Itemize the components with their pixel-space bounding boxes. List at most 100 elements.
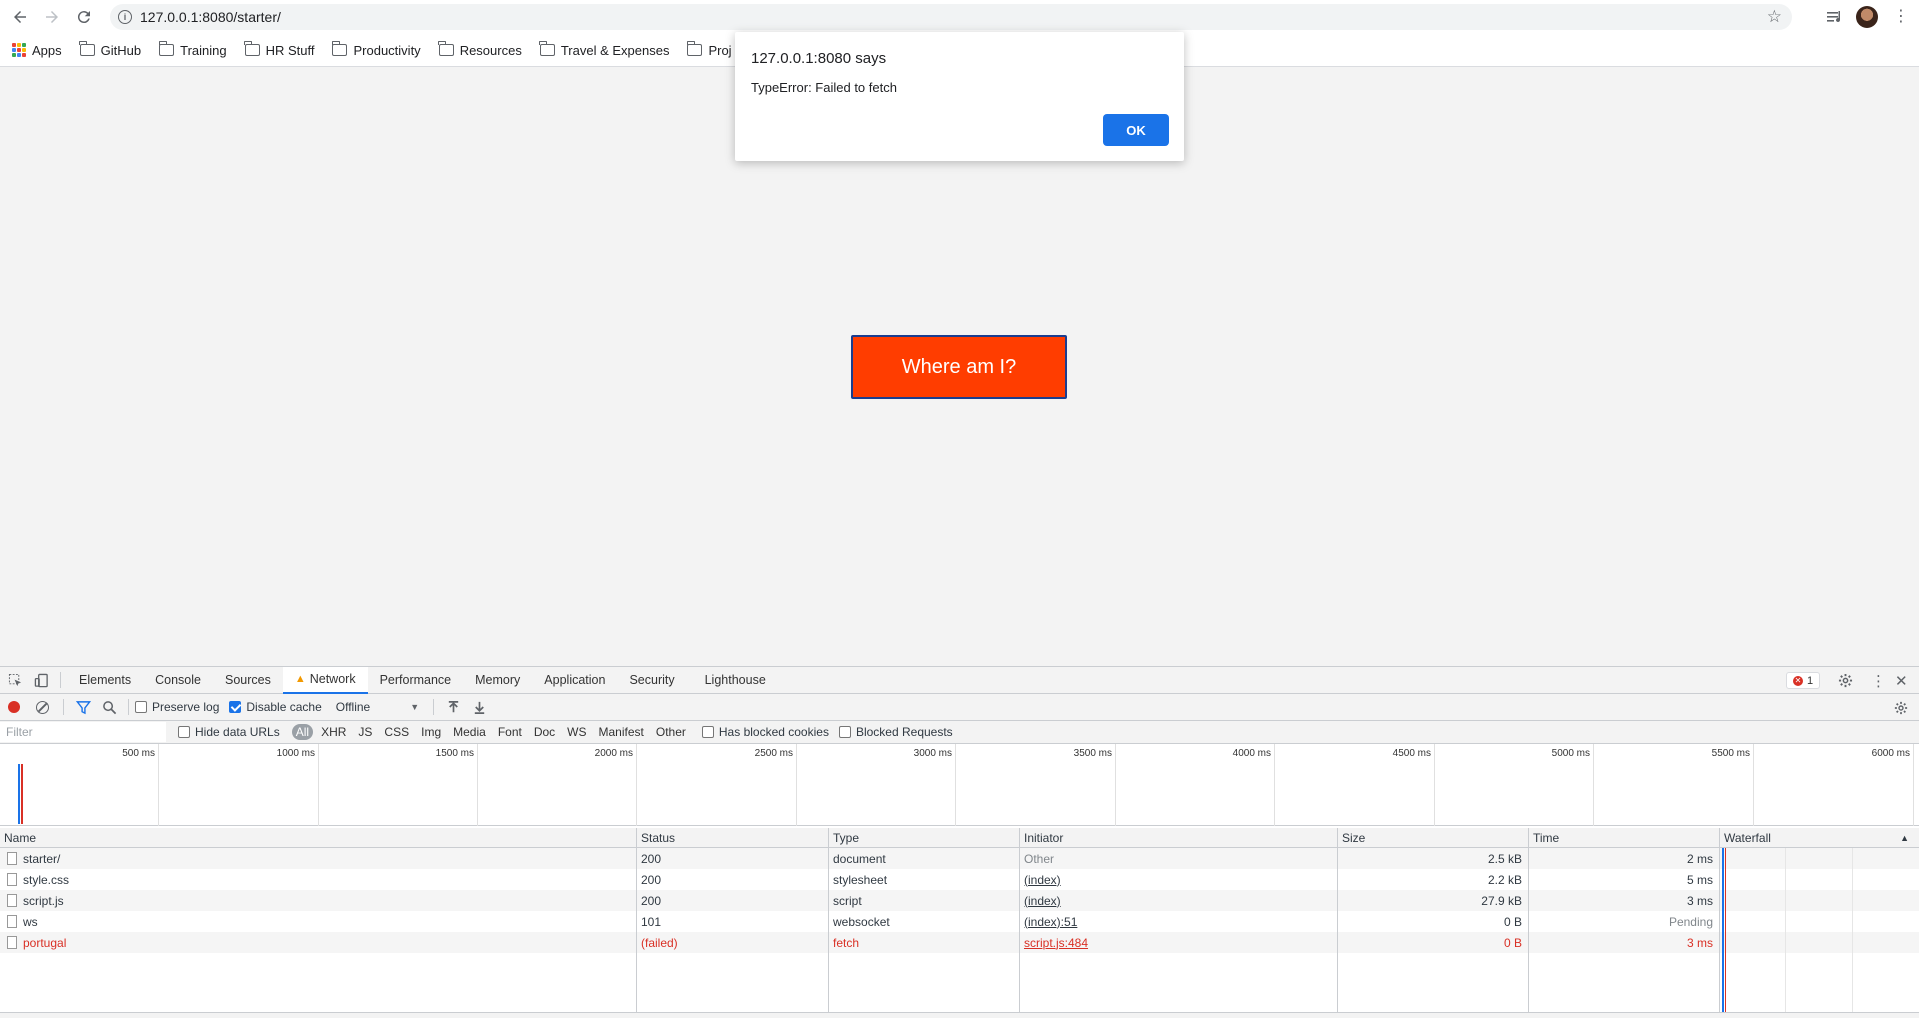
tab-lighthouse[interactable]: Lighthouse xyxy=(687,667,778,694)
bookmark-label: GitHub xyxy=(100,42,142,58)
tab-performance[interactable]: Performance xyxy=(368,667,464,694)
column-header-status[interactable]: Status xyxy=(637,828,829,847)
tab-network[interactable]: ▲ Network xyxy=(282,666,368,694)
reload-icon[interactable] xyxy=(68,1,100,33)
cell-status: 200 xyxy=(637,869,829,890)
table-row[interactable]: style.css 200 stylesheet (index) 2.2 kB … xyxy=(0,869,1919,890)
tab-elements[interactable]: Elements xyxy=(67,667,143,694)
cell-initiator-link[interactable]: (index) xyxy=(1020,869,1338,890)
profile-avatar[interactable] xyxy=(1856,6,1878,28)
network-overview-timeline[interactable]: 500 ms 1000 ms 1500 ms 2000 ms 2500 ms 3… xyxy=(0,744,1919,826)
import-har-icon[interactable] xyxy=(440,694,466,720)
export-har-icon[interactable] xyxy=(466,694,492,720)
bookmark-productivity[interactable]: Productivity xyxy=(331,41,421,58)
bookmark-star-icon[interactable]: ☆ xyxy=(1767,7,1782,27)
checkbox-unchecked[interactable] xyxy=(838,726,851,738)
bookmark-travel-expenses[interactable]: Travel & Expenses xyxy=(539,41,669,58)
reading-list-icon[interactable] xyxy=(1825,7,1845,27)
apps-grid-icon xyxy=(12,43,26,57)
address-bar[interactable]: i 127.0.0.1:8080/starter/ ☆ xyxy=(110,4,1792,30)
devtools-tabbar: Elements Console Sources ▲ Network Perfo… xyxy=(0,666,1919,694)
column-header-time[interactable]: Time xyxy=(1529,828,1720,847)
bookmark-label: Productivity xyxy=(353,42,421,58)
column-header-type[interactable]: Type xyxy=(829,828,1020,847)
filter-type-xhr[interactable]: XHR xyxy=(317,724,350,740)
bookmark-label: HR Stuff xyxy=(265,42,315,58)
forward-icon[interactable] xyxy=(36,1,68,33)
cell-initiator-link[interactable]: (index) xyxy=(1020,890,1338,911)
folder-icon xyxy=(438,41,454,56)
filter-type-doc[interactable]: Doc xyxy=(530,724,559,740)
settings-gear-icon[interactable] xyxy=(1838,667,1853,694)
filter-type-other[interactable]: Other xyxy=(652,724,690,740)
error-count-badge[interactable]: ✕ 1 xyxy=(1786,672,1821,689)
chrome-menu-icon[interactable]: ⋮ xyxy=(1892,8,1910,26)
table-row[interactable]: ws 101 websocket (index):51 0 B Pending xyxy=(0,911,1919,932)
clear-icon[interactable] xyxy=(36,700,49,714)
bookmark-label: Training xyxy=(180,42,227,58)
dialog-ok-button[interactable]: OK xyxy=(1103,114,1169,146)
has-blocked-cookies-checkbox[interactable]: Has blocked cookies xyxy=(701,725,829,739)
tab-application[interactable]: Application xyxy=(532,667,617,694)
column-header-initiator[interactable]: Initiator xyxy=(1020,828,1338,847)
cell-initiator-link[interactable]: script.js:484 xyxy=(1020,932,1338,953)
file-icon xyxy=(7,936,17,949)
cell-initiator-link[interactable]: (index):51 xyxy=(1020,911,1338,932)
devtools-more-icon[interactable]: ⋮ xyxy=(1871,667,1886,694)
table-header: Name Status Type Initiator Size Time Wat… xyxy=(0,828,1919,848)
filter-type-all[interactable]: All xyxy=(291,724,314,740)
checkbox-checked[interactable] xyxy=(229,701,242,713)
table-row-failed[interactable]: portugal (failed) fetch script.js:484 0 … xyxy=(0,932,1919,953)
disable-cache-checkbox[interactable]: Disable cache xyxy=(229,700,322,714)
dom-content-loaded-marker xyxy=(18,764,20,824)
column-header-name[interactable]: Name xyxy=(0,828,637,847)
bookmark-label: Apps xyxy=(32,42,62,58)
bookmark-hr-stuff[interactable]: HR Stuff xyxy=(244,41,315,58)
blocked-requests-checkbox[interactable]: Blocked Requests xyxy=(838,725,953,739)
cell-status: 200 xyxy=(637,890,829,911)
filter-type-css[interactable]: CSS xyxy=(380,724,413,740)
table-row[interactable]: starter/ 200 document Other 2.5 kB 2 ms xyxy=(0,848,1919,869)
filter-input[interactable]: Filter xyxy=(0,722,166,742)
checkbox-unchecked[interactable] xyxy=(135,701,147,713)
column-header-size[interactable]: Size xyxy=(1338,828,1529,847)
url-text[interactable]: 127.0.0.1:8080/starter/ xyxy=(140,9,281,25)
search-icon[interactable] xyxy=(96,694,122,720)
where-am-i-button[interactable]: Where am I? xyxy=(851,335,1067,399)
table-row[interactable]: script.js 200 script (index) 27.9 kB 3 m… xyxy=(0,890,1919,911)
hide-data-urls-checkbox[interactable]: Hide data URLs xyxy=(178,725,280,739)
filter-type-img[interactable]: Img xyxy=(417,724,445,740)
preserve-log-checkbox[interactable]: Preserve log xyxy=(135,700,219,714)
filter-type-manifest[interactable]: Manifest xyxy=(595,724,648,740)
tab-security[interactable]: Security xyxy=(617,667,686,694)
filter-type-js[interactable]: JS xyxy=(354,724,376,740)
filter-type-ws[interactable]: WS xyxy=(563,724,590,740)
device-toolbar-icon[interactable] xyxy=(28,667,54,693)
inspect-element-icon[interactable] xyxy=(2,667,28,693)
filter-icon[interactable] xyxy=(70,694,96,720)
site-info-icon[interactable]: i xyxy=(118,10,132,24)
close-devtools-icon[interactable]: ✕ xyxy=(1895,667,1908,694)
bookmark-github[interactable]: GitHub xyxy=(79,41,142,58)
record-icon[interactable] xyxy=(8,701,20,713)
cell-status: (failed) xyxy=(637,932,829,953)
bookmark-proj[interactable]: Proj xyxy=(686,41,732,58)
checkbox-unchecked[interactable] xyxy=(178,726,190,738)
cell-name: script.js xyxy=(0,890,637,911)
bookmark-resources[interactable]: Resources xyxy=(438,41,522,58)
folder-icon xyxy=(686,41,703,56)
filter-type-media[interactable]: Media xyxy=(449,724,490,740)
bookmark-apps[interactable]: Apps xyxy=(12,43,62,58)
throttling-select[interactable]: Offline ▼ xyxy=(336,700,419,714)
back-icon[interactable] xyxy=(4,1,36,33)
tab-sources[interactable]: Sources xyxy=(213,667,283,694)
column-header-waterfall[interactable]: Waterfall ▲ xyxy=(1720,828,1919,847)
bookmark-training[interactable]: Training xyxy=(158,41,227,58)
folder-icon xyxy=(244,41,260,56)
checkbox-unchecked[interactable] xyxy=(701,726,714,738)
timeline-tick: 5500 ms xyxy=(1594,744,1754,826)
network-settings-icon[interactable] xyxy=(1894,694,1908,721)
filter-type-font[interactable]: Font xyxy=(494,724,526,740)
tab-console[interactable]: Console xyxy=(143,667,213,694)
tab-memory[interactable]: Memory xyxy=(463,667,532,694)
